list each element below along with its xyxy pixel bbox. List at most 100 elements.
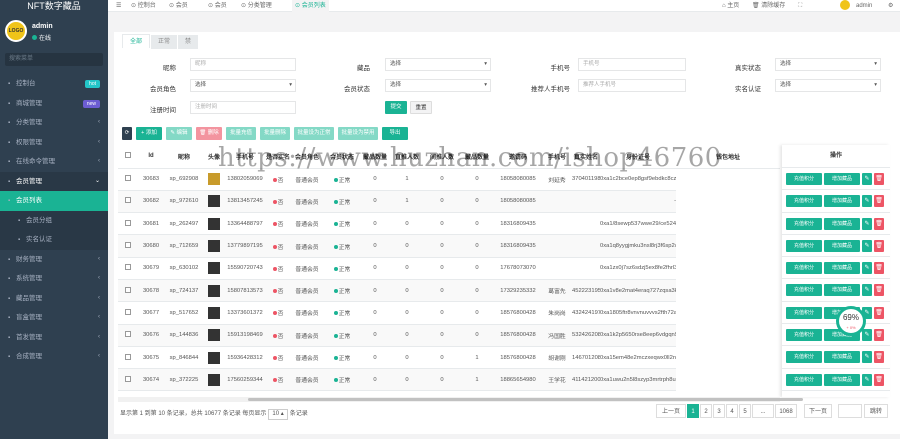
delete-icon[interactable]: 🗑 <box>874 284 884 297</box>
select-all-checkbox[interactable] <box>125 152 131 159</box>
page-size-select[interactable]: 10 ▴ <box>268 409 288 420</box>
tab-normal[interactable]: 正常 <box>151 35 178 49</box>
page-button[interactable]: 1068 <box>775 404 797 418</box>
row-checkbox[interactable] <box>125 264 131 271</box>
real-status-select[interactable]: 选择 ▾ <box>775 58 881 71</box>
delete-icon[interactable]: 🗑 <box>874 262 884 275</box>
column-header[interactable]: 是否实名 <box>266 145 290 169</box>
table-row[interactable]: 30683 sp_692908 13802059069 否普通会员 正常 0 1 0 0 1805… <box>118 168 780 191</box>
page-button[interactable]: 4 <box>726 404 738 418</box>
page-button[interactable]: 5 <box>739 404 751 418</box>
edit-icon[interactable]: ✎ <box>862 373 872 386</box>
role-select[interactable]: 选择 ▾ <box>190 79 296 92</box>
page-button[interactable]: 2 <box>700 404 712 418</box>
page-button[interactable]: 1 <box>687 404 699 418</box>
horizontal-scrollbar[interactable] <box>118 397 803 402</box>
home-link[interactable]: ⌂ 主页 <box>722 0 739 12</box>
sidebar-item-10[interactable]: ▪ 系统管理 ‹ <box>0 269 108 289</box>
delete-icon[interactable]: 🗑 <box>874 217 884 230</box>
row-checkbox[interactable] <box>125 286 131 293</box>
table-row[interactable]: 30681 sp_262497 13364488797 否普通会员 正常 0 0 0 0 1831… <box>118 212 780 236</box>
top-avatar[interactable] <box>840 0 852 12</box>
toolbar-button-0[interactable]: ⟳ <box>122 127 132 140</box>
tab-banned[interactable]: 禁 <box>178 35 199 49</box>
top-tab-4[interactable]: ⊙ 会员列表 <box>292 0 329 12</box>
verified-select[interactable]: 选择 ▾ <box>775 79 881 92</box>
goto-page-input[interactable] <box>838 404 862 418</box>
sidebar-item-14[interactable]: ▪ 合成管理 ‹ <box>0 347 108 367</box>
phone-input[interactable]: 手机号 <box>578 58 686 71</box>
column-header[interactable]: Id <box>138 145 164 169</box>
member-status-select[interactable]: 选择 ▾ <box>385 79 491 92</box>
column-header[interactable]: 钱包地址 <box>676 145 780 169</box>
sidebar-item-8[interactable]: ▪ 实名认证 <box>0 230 108 250</box>
table-row[interactable]: 30675 sp_846844 15936428312 否普通会员 正常 0 0 0 1 1857… <box>118 346 780 370</box>
sidebar-search-input[interactable]: 搜索菜单 <box>5 53 103 66</box>
add-collection-button[interactable]: 增加藏品 <box>824 173 860 185</box>
edit-icon[interactable]: ✎ <box>862 284 872 297</box>
recharge-button[interactable]: 充值积分 <box>786 195 822 208</box>
row-checkbox[interactable] <box>125 308 131 315</box>
delete-icon[interactable]: 🗑 <box>874 329 884 342</box>
table-row[interactable]: 30677 sp_517652 13373601372 否普通会员 正常 0 0 0 0 1857… <box>118 301 780 325</box>
table-row[interactable]: 30674 sp_372225 17560259344 否普通会员 正常 0 0 0 1 1886… <box>118 368 780 392</box>
table-row[interactable]: 30680 sp_712659 13779897195 否普通会员 正常 0 0 0 0 1831… <box>118 234 780 258</box>
avatar[interactable]: LOGO <box>5 20 27 42</box>
column-header[interactable]: 昵称 <box>164 145 204 169</box>
edit-icon[interactable]: ✎ <box>862 262 872 275</box>
row-checkbox[interactable] <box>125 375 131 382</box>
toolbar-button-4[interactable]: 批量充值 <box>226 127 256 140</box>
nickname-input[interactable]: 昵称 <box>190 58 296 71</box>
add-collection-button[interactable]: 增加藏品 <box>824 239 860 252</box>
delete-icon[interactable]: 🗑 <box>874 173 884 185</box>
column-header[interactable]: 手机号 <box>542 145 572 169</box>
top-tab-3[interactable]: ⊙ 分类管理 <box>238 0 275 12</box>
edit-icon[interactable]: ✎ <box>862 239 872 252</box>
column-header[interactable]: 头像 <box>204 145 224 169</box>
column-header[interactable]: 真实姓名 <box>572 145 600 169</box>
column-header[interactable]: 藏品数量 <box>460 145 494 169</box>
column-header[interactable]: 会员角色 <box>290 145 324 169</box>
edit-icon[interactable]: ✎ <box>862 195 872 208</box>
toolbar-button-7[interactable]: 批量设为禁用 <box>338 127 378 140</box>
sidebar-item-4[interactable]: ▪ 在线命令管理 ‹ <box>0 152 108 172</box>
prev-page-button[interactable]: 上一页 <box>656 404 686 418</box>
add-collection-button[interactable]: 增加藏品 <box>824 351 860 364</box>
next-page-button[interactable]: 下一页 <box>804 404 832 418</box>
edit-icon[interactable]: ✎ <box>862 351 872 364</box>
recharge-button[interactable]: 充值积分 <box>786 373 822 386</box>
column-header[interactable]: 手机号 <box>224 145 266 169</box>
column-header[interactable]: 会员状态 <box>324 145 360 169</box>
delete-icon[interactable]: 🗑 <box>874 306 884 319</box>
sidebar-item-6[interactable]: ▪ 会员列表 <box>0 191 108 211</box>
row-checkbox[interactable] <box>125 219 131 226</box>
sidebar-item-1[interactable]: ▪ 商城管理 new <box>0 94 108 114</box>
clear-cache-link[interactable]: 🗑 清除缓存 <box>752 0 785 12</box>
table-row[interactable]: 30676 sp_144836 15913198469 否普通会员 正常 0 0 0 0 1857… <box>118 324 780 347</box>
recharge-button[interactable]: 充值积分 <box>786 329 822 342</box>
table-row[interactable]: 30678 sp_724137 15807813573 否普通会员 正常 0 0 0 0 1732… <box>118 279 780 303</box>
add-collection-button[interactable]: 增加藏品 <box>824 373 860 386</box>
sidebar-item-3[interactable]: ▪ 权限管理 ‹ <box>0 133 108 153</box>
row-checkbox[interactable] <box>125 353 131 360</box>
column-header[interactable] <box>118 145 138 169</box>
recharge-button[interactable]: 充值积分 <box>786 306 822 319</box>
delete-icon[interactable]: 🗑 <box>874 351 884 364</box>
recharge-button[interactable]: 充值积分 <box>786 262 822 275</box>
column-header[interactable]: 直推人数 <box>390 145 424 169</box>
reset-button[interactable]: 重置 <box>410 101 432 114</box>
toolbar-button-8[interactable]: 导出 <box>382 127 408 140</box>
recharge-button[interactable]: 充值积分 <box>786 239 822 252</box>
edit-icon[interactable]: ✎ <box>862 217 872 230</box>
top-tab-1[interactable]: ⊙ 会员 <box>166 0 191 12</box>
row-checkbox[interactable] <box>125 197 131 204</box>
inviter-phone-input[interactable]: 推荐人手机号 <box>578 79 686 92</box>
recharge-button[interactable]: 充值积分 <box>786 284 822 297</box>
regtime-input[interactable]: 注册时间 <box>190 101 296 114</box>
toolbar-button-1[interactable]: + 添加 <box>136 127 162 140</box>
toolbar-button-6[interactable]: 批量设为正常 <box>294 127 334 140</box>
sidebar-item-13[interactable]: ▪ 首发管理 ‹ <box>0 328 108 348</box>
recharge-button[interactable]: 充值积分 <box>786 351 822 364</box>
sidebar-item-11[interactable]: ▪ 藏品管理 ‹ <box>0 289 108 309</box>
submit-button[interactable]: 提交 <box>385 101 407 114</box>
